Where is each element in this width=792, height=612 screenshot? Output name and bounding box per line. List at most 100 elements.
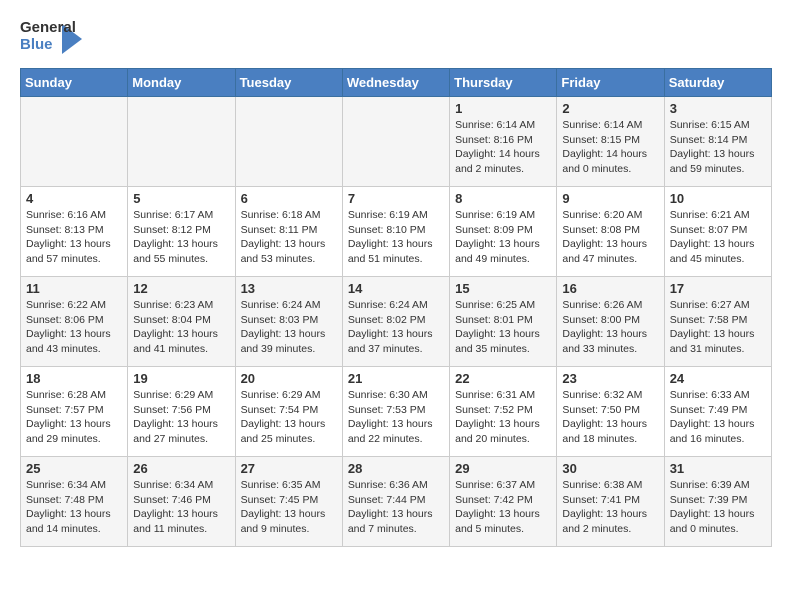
day-number: 26: [133, 461, 229, 476]
calendar-week-1: 1Sunrise: 6:14 AM Sunset: 8:16 PM Daylig…: [21, 97, 772, 187]
day-info: Sunrise: 6:29 AM Sunset: 7:54 PM Dayligh…: [241, 388, 337, 447]
table-row: 22 Sunrise: 6:31 AM Sunset: 7:52 PM Dayli…: [450, 367, 557, 457]
day-header-monday: Monday: [128, 69, 235, 97]
day-number: 1: [455, 101, 551, 116]
table-row: 27 Sunrise: 6:35 AM Sunset: 7:45 PM Dayli…: [235, 457, 342, 547]
day-info: Sunrise: 6:39 AM Sunset: 7:39 PM Dayligh…: [670, 478, 766, 537]
day-info: Sunrise: 6:25 AM Sunset: 8:01 PM Dayligh…: [455, 298, 551, 357]
calendar-week-4: 18 Sunrise: 6:28 AM Sunset: 7:57 PM Dayli…: [21, 367, 772, 457]
day-number: 24: [670, 371, 766, 386]
day-number: 27: [241, 461, 337, 476]
day-number: 16: [562, 281, 658, 296]
table-row: 12 Sunrise: 6:23 AM Sunset: 8:04 PM Dayli…: [128, 277, 235, 367]
table-row: [342, 97, 449, 187]
calendar-week-3: 11 Sunrise: 6:22 AM Sunset: 8:06 PM Dayli…: [21, 277, 772, 367]
day-number: 29: [455, 461, 551, 476]
day-info: Sunrise: 6:22 AM Sunset: 8:06 PM Dayligh…: [26, 298, 122, 357]
day-info: Sunrise: 6:29 AM Sunset: 7:56 PM Dayligh…: [133, 388, 229, 447]
day-info: Sunrise: 6:16 AM Sunset: 8:13 PM Dayligh…: [26, 208, 122, 267]
table-row: 7 Sunrise: 6:19 AM Sunset: 8:10 PM Daylig…: [342, 187, 449, 277]
day-info: Sunrise: 6:30 AM Sunset: 7:53 PM Dayligh…: [348, 388, 444, 447]
table-row: 19 Sunrise: 6:29 AM Sunset: 7:56 PM Dayli…: [128, 367, 235, 457]
day-header-saturday: Saturday: [664, 69, 771, 97]
day-number: 25: [26, 461, 122, 476]
day-info: Sunrise: 6:28 AM Sunset: 7:57 PM Dayligh…: [26, 388, 122, 447]
calendar-week-2: 4 Sunrise: 6:16 AM Sunset: 8:13 PM Daylig…: [21, 187, 772, 277]
day-number: 15: [455, 281, 551, 296]
table-row: 24 Sunrise: 6:33 AM Sunset: 7:49 PM Dayli…: [664, 367, 771, 457]
table-row: 3 Sunrise: 6:15 AM Sunset: 8:14 PM Daylig…: [664, 97, 771, 187]
table-row: 18 Sunrise: 6:28 AM Sunset: 7:57 PM Dayli…: [21, 367, 128, 457]
day-info: Sunrise: 6:20 AM Sunset: 8:08 PM Dayligh…: [562, 208, 658, 267]
day-info: Sunrise: 6:32 AM Sunset: 7:50 PM Dayligh…: [562, 388, 658, 447]
day-number: 19: [133, 371, 229, 386]
day-number: 17: [670, 281, 766, 296]
day-number: 3: [670, 101, 766, 116]
day-header-thursday: Thursday: [450, 69, 557, 97]
day-number: 22: [455, 371, 551, 386]
day-number: 12: [133, 281, 229, 296]
table-row: 10 Sunrise: 6:21 AM Sunset: 8:07 PM Dayli…: [664, 187, 771, 277]
day-info: Sunrise: 6:24 AM Sunset: 8:02 PM Dayligh…: [348, 298, 444, 357]
day-number: 28: [348, 461, 444, 476]
table-row: 4 Sunrise: 6:16 AM Sunset: 8:13 PM Daylig…: [21, 187, 128, 277]
day-number: 30: [562, 461, 658, 476]
calendar-table: SundayMondayTuesdayWednesdayThursdayFrid…: [20, 68, 772, 547]
day-info: Sunrise: 6:19 AM Sunset: 8:10 PM Dayligh…: [348, 208, 444, 267]
day-number: 2: [562, 101, 658, 116]
day-info: Sunrise: 6:38 AM Sunset: 7:41 PM Dayligh…: [562, 478, 658, 537]
day-info: Sunrise: 6:35 AM Sunset: 7:45 PM Dayligh…: [241, 478, 337, 537]
table-row: 14Sunrise: 6:24 AM Sunset: 8:02 PM Dayli…: [342, 277, 449, 367]
day-info: Sunrise: 6:23 AM Sunset: 8:04 PM Dayligh…: [133, 298, 229, 357]
calendar-week-5: 25 Sunrise: 6:34 AM Sunset: 7:48 PM Dayli…: [21, 457, 772, 547]
table-row: 11 Sunrise: 6:22 AM Sunset: 8:06 PM Dayli…: [21, 277, 128, 367]
day-number: 31: [670, 461, 766, 476]
table-row: 25 Sunrise: 6:34 AM Sunset: 7:48 PM Dayli…: [21, 457, 128, 547]
day-info: Sunrise: 6:34 AM Sunset: 7:46 PM Dayligh…: [133, 478, 229, 537]
day-number: 8: [455, 191, 551, 206]
day-number: 20: [241, 371, 337, 386]
table-row: [21, 97, 128, 187]
day-header-tuesday: Tuesday: [235, 69, 342, 97]
day-number: 21: [348, 371, 444, 386]
table-row: 30 Sunrise: 6:38 AM Sunset: 7:41 PM Dayli…: [557, 457, 664, 547]
table-row: [128, 97, 235, 187]
day-number: 4: [26, 191, 122, 206]
day-info: Sunrise: 6:33 AM Sunset: 7:49 PM Dayligh…: [670, 388, 766, 447]
table-row: 29 Sunrise: 6:37 AM Sunset: 7:42 PM Dayli…: [450, 457, 557, 547]
calendar-header: SundayMondayTuesdayWednesdayThursdayFrid…: [21, 69, 772, 97]
day-number: 18: [26, 371, 122, 386]
day-info: Sunrise: 6:34 AM Sunset: 7:48 PM Dayligh…: [26, 478, 122, 537]
table-row: 2 Sunrise: 6:14 AM Sunset: 8:15 PM Daylig…: [557, 97, 664, 187]
table-row: 16Sunrise: 6:26 AM Sunset: 8:00 PM Dayli…: [557, 277, 664, 367]
day-info: Sunrise: 6:36 AM Sunset: 7:44 PM Dayligh…: [348, 478, 444, 537]
table-row: 21 Sunrise: 6:30 AM Sunset: 7:53 PM Dayli…: [342, 367, 449, 457]
day-info: Sunrise: 6:27 AM Sunset: 7:58 PM Dayligh…: [670, 298, 766, 357]
table-row: 26 Sunrise: 6:34 AM Sunset: 7:46 PM Dayli…: [128, 457, 235, 547]
table-row: 31 Sunrise: 6:39 AM Sunset: 7:39 PM Dayli…: [664, 457, 771, 547]
table-row: 17 Sunrise: 6:27 AM Sunset: 7:58 PM Dayli…: [664, 277, 771, 367]
day-header-sunday: Sunday: [21, 69, 128, 97]
day-number: 10: [670, 191, 766, 206]
day-info: Sunrise: 6:14 AM Sunset: 8:15 PM Dayligh…: [562, 118, 658, 177]
day-info: Sunrise: 6:31 AM Sunset: 7:52 PM Dayligh…: [455, 388, 551, 447]
day-info: Sunrise: 6:15 AM Sunset: 8:14 PM Dayligh…: [670, 118, 766, 177]
day-number: 9: [562, 191, 658, 206]
logo: General Blue: [20, 20, 82, 58]
table-row: [235, 97, 342, 187]
day-info: Sunrise: 6:37 AM Sunset: 7:42 PM Dayligh…: [455, 478, 551, 537]
day-info: Sunrise: 6:19 AM Sunset: 8:09 PM Dayligh…: [455, 208, 551, 267]
table-row: 15 Sunrise: 6:25 AM Sunset: 8:01 PM Dayli…: [450, 277, 557, 367]
day-info: Sunrise: 6:21 AM Sunset: 8:07 PM Dayligh…: [670, 208, 766, 267]
table-row: 8 Sunrise: 6:19 AM Sunset: 8:09 PM Daylig…: [450, 187, 557, 277]
table-row: 20 Sunrise: 6:29 AM Sunset: 7:54 PM Dayli…: [235, 367, 342, 457]
day-number: 5: [133, 191, 229, 206]
day-number: 11: [26, 281, 122, 296]
day-number: 7: [348, 191, 444, 206]
day-info: Sunrise: 6:17 AM Sunset: 8:12 PM Dayligh…: [133, 208, 229, 267]
day-number: 13: [241, 281, 337, 296]
days-of-week-row: SundayMondayTuesdayWednesdayThursdayFrid…: [21, 69, 772, 97]
day-header-wednesday: Wednesday: [342, 69, 449, 97]
table-row: 28 Sunrise: 6:36 AM Sunset: 7:44 PM Dayli…: [342, 457, 449, 547]
day-info: Sunrise: 6:24 AM Sunset: 8:03 PM Dayligh…: [241, 298, 337, 357]
